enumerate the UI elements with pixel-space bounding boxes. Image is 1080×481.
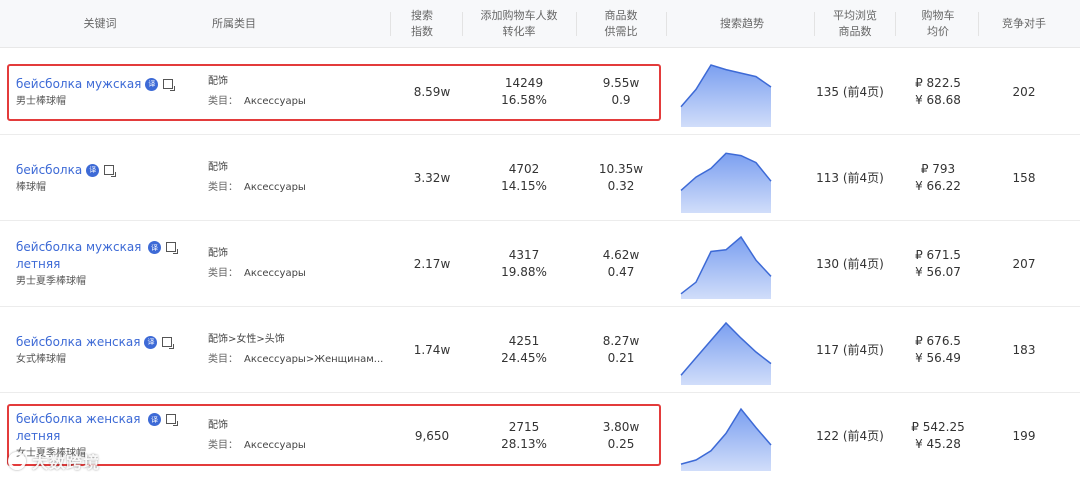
keyword-link[interactable]: бейсболка мужская [16,76,141,93]
table-row: бейсболка мужская 译 男士棒球帽 配饰 类目： Аксессуа… [0,49,1080,135]
supply-cell: 3.80w 0.25 [602,420,640,451]
browse-cell: 117 (前4页) [816,342,884,357]
header-browse[interactable]: 平均浏览 商品数 [815,0,895,48]
keyword-translation: 女式棒球帽 [16,353,66,365]
keyword-link[interactable]: бейсболка [16,162,82,179]
cart-cell: 4317 19.88% [501,248,547,279]
copy-icon[interactable] [162,336,175,349]
competitors-cell[interactable]: 183 [979,307,1069,393]
supply-cell: 10.35w 0.32 [598,162,644,193]
price-cell: ₽ 793 ¥ 66.22 [915,162,961,193]
category-path-cn: 配饰 [208,420,228,431]
category-cell: 配饰 类目： Аксессуары [208,135,383,221]
keyword-cell: бейсболка мужская летняя 译 男士夏季棒球帽 [16,221,196,307]
category-cell: 配饰 类目： Аксессуары [208,221,383,307]
keyword-cell: бейсболка мужская 译 男士棒球帽 [16,49,196,135]
keyword-cell: бейсболка 译 棒球帽 [16,135,196,221]
copy-icon[interactable] [166,414,178,426]
table-header: 关键词 所属类目 搜索 指数 添加购物车人数 转化率 商品数 供需比 搜索趋势 平均浏… [0,0,1080,48]
header-search-index[interactable]: 搜索 指数 [391,0,453,48]
price-cell: ₽ 542.25 ¥ 45.28 [911,420,965,451]
trend-area [681,65,771,127]
supply-cell: 8.27w 0.21 [602,334,640,365]
search-trend-chart [680,407,772,471]
browse-cell: 130 (前4页) [816,256,884,271]
trend-area [681,409,771,471]
search-index-cell: 3.32w [413,170,451,185]
price-cell: ₽ 822.5 ¥ 68.68 [915,76,961,107]
category-path-ru: 类目： Аксессуары [208,440,306,451]
table-row: бейсболка женская летняя 译 女士夏季棒球帽 配饰 类目… [0,393,1080,479]
table-row: бейсболка 译 棒球帽 配饰 类目： Аксессуары 3.32w 4… [0,135,1080,221]
trend-area [681,237,771,299]
cart-cell: 4702 14.15% [501,162,547,193]
copy-icon[interactable] [104,164,117,177]
copy-icon[interactable] [163,78,176,91]
keyword-translation: 棒球帽 [16,181,46,193]
translate-icon[interactable]: 译 [86,163,100,177]
category-cell: 配饰 类目： Аксессуары [208,393,383,479]
search-index-cell: 8.59w [413,84,451,99]
supply-cell: 9.55w 0.9 [602,76,640,107]
competitors-cell[interactable]: 207 [979,221,1069,307]
search-trend-chart [680,152,772,213]
search-index-cell: 9,650 [414,428,450,443]
category-cell: 配饰>女性>头饰 类目： Аксессуары>Женщинам... [208,307,383,393]
category-path-ru: 类目： Аксессуары [208,96,306,107]
table-row: бейсболка женская 译 女式棒球帽 配饰>女性>头饰 类目： Ак… [0,307,1080,393]
header-supply[interactable]: 商品数 供需比 [577,0,665,48]
watermark: 大数跨境 [8,449,100,473]
category-path-cn: 配饰 [208,248,228,259]
price-cell: ₽ 676.5 ¥ 56.49 [915,334,961,365]
cart-cell: 4251 24.45% [501,334,547,365]
header-price[interactable]: 购物车 均价 [896,0,980,48]
cart-cell: 14249 16.58% [501,76,547,107]
competitors-cell[interactable]: 158 [979,135,1069,221]
keyword-cell: бейсболка женская 译 女式棒球帽 [16,307,196,393]
keyword-link[interactable]: бейсболка женская летняя [16,411,144,445]
header-category: 所属类目 [212,17,256,30]
search-trend-chart [680,235,772,299]
header-cart[interactable]: 添加购物车人数 转化率 [463,0,575,48]
search-trend-chart [680,321,772,385]
watermark-logo-icon [8,452,26,470]
header-keyword[interactable]: 关键词 [0,0,200,48]
category-path-ru: 类目： Аксессуары [208,268,306,279]
trend-area [681,153,771,213]
translate-icon[interactable]: 译 [148,241,161,254]
category-path-cn: 配饰 [208,76,228,87]
price-cell: ₽ 671.5 ¥ 56.07 [915,248,961,279]
browse-cell: 113 (前4页) [816,170,884,185]
competitors-cell[interactable]: 202 [979,49,1069,135]
category-path-ru: 类目： Аксессуары>Женщинам... [208,354,383,365]
keyword-translation: 男士夏季棒球帽 [16,276,86,287]
table-row: бейсболка мужская летняя 译 男士夏季棒球帽 配饰 类目… [0,221,1080,307]
keyword-link[interactable]: бейсболка женская [16,334,140,351]
browse-cell: 122 (前4页) [816,428,884,443]
translate-icon[interactable]: 译 [148,413,161,426]
search-index-cell: 1.74w [413,342,451,357]
search-trend-chart [680,64,772,127]
copy-icon[interactable] [166,242,178,254]
search-index-cell: 2.17w [413,256,451,271]
category-path-cn: 配饰 [208,162,228,173]
keyword-translation: 男士棒球帽 [16,95,66,107]
header-trend: 搜索趋势 [720,17,764,30]
category-path-ru: 类目： Аксессуары [208,182,306,193]
keyword-link[interactable]: бейсболка мужская летняя [16,239,144,273]
category-cell: 配饰 类目： Аксессуары [208,49,383,135]
competitors-cell[interactable]: 199 [979,393,1069,479]
header-competitors[interactable]: 竞争对手 [979,0,1069,48]
category-path-cn: 配饰>女性>头饰 [208,334,285,345]
browse-cell: 135 (前4页) [816,84,884,99]
translate-icon[interactable]: 译 [144,335,158,349]
translate-icon[interactable]: 译 [145,77,159,91]
supply-cell: 4.62w 0.47 [602,248,640,279]
cart-cell: 2715 28.13% [501,420,547,451]
